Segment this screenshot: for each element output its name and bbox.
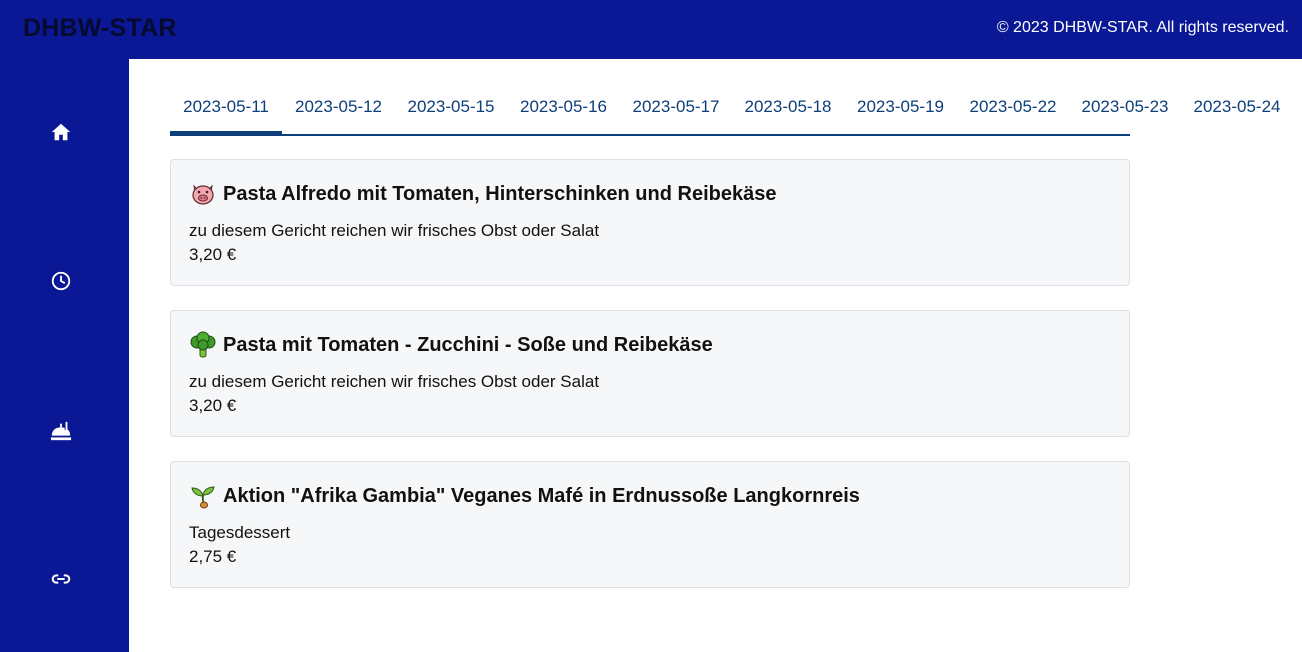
meal-title-text: Pasta Alfredo mit Tomaten, Hinterschinke… (223, 182, 777, 205)
broccoli-icon (189, 331, 217, 359)
tab-2023-05-15[interactable]: 2023-05-15 (395, 82, 507, 132)
meal-card: Pasta Alfredo mit Tomaten, Hinterschinke… (170, 159, 1130, 286)
meal-description: zu diesem Gericht reichen wir frisches O… (189, 221, 600, 240)
tab-2023-05-16[interactable]: 2023-05-16 (507, 82, 620, 132)
seedling-icon (189, 482, 217, 510)
date-tabs: 2023-05-11 2023-05-12 2023-05-15 2023-05… (170, 82, 1280, 136)
tab-2023-05-23[interactable]: 2023-05-23 (1069, 82, 1181, 132)
meal-description: zu diesem Gericht reichen wir frisches O… (189, 372, 600, 391)
clock-icon[interactable] (50, 270, 72, 292)
meal-price: 2,75 € (189, 547, 237, 566)
meal-price: 3,20 € (189, 396, 237, 415)
link-icon[interactable] (50, 568, 72, 590)
tab-2023-05-12[interactable]: 2023-05-12 (282, 82, 395, 132)
meal-card: Aktion "Afrika Gambia" Veganes Mafé in E… (170, 461, 1130, 588)
pig-icon (189, 180, 217, 208)
tab-2023-05-18[interactable]: 2023-05-18 (732, 82, 844, 132)
meal-title: Pasta mit Tomaten - Zucchini - Soße und … (189, 331, 713, 359)
copyright-text: © 2023 DHBW-STAR. All rights reserved. (996, 19, 1289, 36)
sidebar (0, 59, 129, 652)
tab-2023-05-22[interactable]: 2023-05-22 (957, 82, 1069, 132)
meal-description: Tagesdessert (189, 523, 291, 542)
brand-title[interactable]: DHBW-STAR (23, 14, 177, 43)
meal-title-text: Aktion "Afrika Gambia" Veganes Mafé in E… (223, 484, 860, 507)
meal-title-text: Pasta mit Tomaten - Zucchini - Soße und … (223, 333, 713, 356)
meal-title: Aktion "Afrika Gambia" Veganes Mafé in E… (189, 482, 860, 510)
home-icon[interactable] (50, 121, 72, 143)
food-service-icon[interactable] (50, 420, 72, 442)
tab-2023-05-11[interactable]: 2023-05-11 (170, 82, 282, 134)
meal-card: Pasta mit Tomaten - Zucchini - Soße und … (170, 310, 1130, 437)
meal-title: Pasta Alfredo mit Tomaten, Hinterschinke… (189, 180, 776, 208)
tab-2023-05-19[interactable]: 2023-05-19 (844, 82, 957, 132)
tab-2023-05-24[interactable]: 2023-05-24 (1181, 82, 1293, 132)
tab-2023-05-17[interactable]: 2023-05-17 (620, 82, 732, 132)
top-bar: DHBW-STAR © 2023 DHBW-STAR. All rights r… (0, 0, 1302, 59)
meal-price: 3,20 € (189, 245, 237, 264)
